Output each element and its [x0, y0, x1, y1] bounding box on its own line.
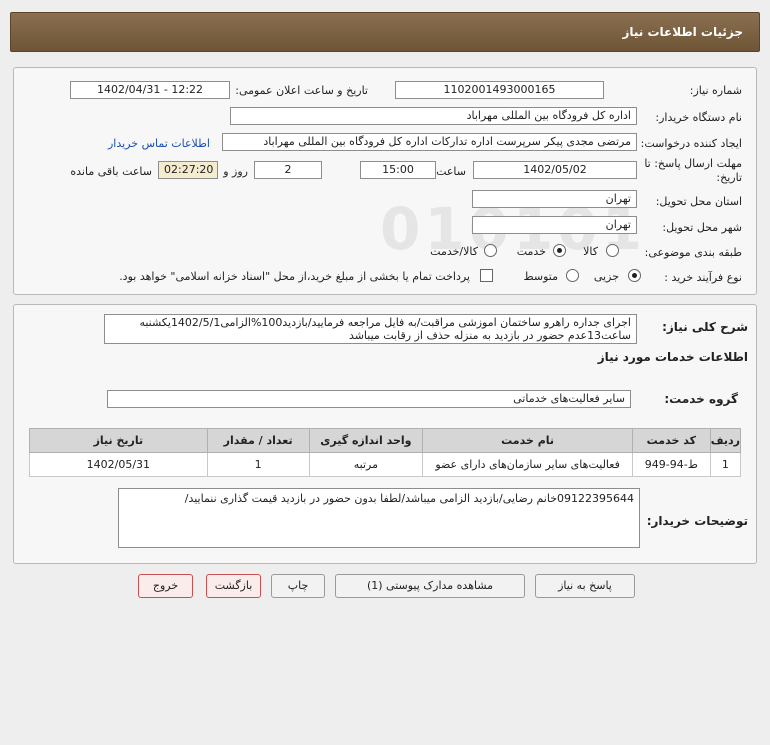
- category-radio-goods[interactable]: [606, 244, 619, 257]
- column-header-row: ردیف: [709, 428, 742, 453]
- column-header-code: کد خدمت: [631, 428, 711, 453]
- buyer-notes-text: 09122395644خانم رضایی/بازدید الزامی میبا…: [118, 488, 640, 548]
- process-option-medium: متوسط: [523, 270, 558, 283]
- column-header-date: تاریخ نیاز: [29, 428, 208, 453]
- attachments-button[interactable]: مشاهده مدارک پیوستی (1): [335, 574, 525, 598]
- reply-button[interactable]: پاسخ به نیاز: [535, 574, 635, 598]
- buyer-org-field: اداره کل فرودگاه بین المللی مهراباد: [230, 107, 637, 125]
- process-radio-medium[interactable]: [566, 269, 579, 282]
- services-table: ردیف کد خدمت نام خدمت واحد اندازه گیری ت…: [29, 428, 742, 477]
- process-option-minor: جزیی: [593, 270, 619, 283]
- description-text: اجرای جداره راهرو ساختمان اموزشی مراقبت/…: [104, 314, 637, 344]
- services-table-header: ردیف کد خدمت نام خدمت واحد اندازه گیری ت…: [29, 428, 742, 453]
- service-group-label: گروه خدمت:: [664, 392, 738, 406]
- buyer-notes-label: توضیحات خریدار:: [646, 514, 748, 528]
- announce-date-label: تاریخ و ساعت اعلان عمومی:: [235, 84, 368, 97]
- city-label: شهر محل تحویل:: [662, 221, 742, 234]
- category-label: طبقه بندی موضوعی:: [644, 246, 742, 259]
- province-field: تهران: [472, 190, 637, 208]
- cell-need-date: 1402/05/31: [29, 452, 208, 477]
- deadline-date-field: 1402/05/02: [473, 161, 637, 179]
- process-type-label: نوع فرآیند خرید :: [664, 271, 742, 284]
- page-title: جزئیات اطلاعات نیاز: [622, 25, 743, 39]
- creator-label: ایجاد کننده درخواست:: [640, 137, 742, 150]
- city-field: تهران: [472, 216, 637, 234]
- treasury-payment-note: پرداخت تمام یا بخشی از مبلغ خرید،از محل …: [119, 270, 470, 283]
- cell-quantity: 1: [206, 452, 310, 477]
- services-table-wrap: ردیف کد خدمت نام خدمت واحد اندازه گیری ت…: [29, 428, 742, 477]
- cell-row-number: 1: [709, 452, 742, 477]
- deadline-hour-label: ساعت: [436, 165, 466, 178]
- category-option-service: خدمت: [516, 245, 546, 258]
- remaining-time-field: 02:27:20: [158, 161, 218, 179]
- need-number-label: شماره نیاز:: [689, 84, 742, 97]
- back-button[interactable]: بازگشت: [206, 574, 261, 598]
- announce-date-field: 1402/04/31 - 12:22: [70, 81, 230, 99]
- remaining-days-field: 2: [254, 161, 322, 179]
- province-label: استان محل تحویل:: [655, 195, 742, 208]
- creator-field: مرتضی مجدی پیکر سرپرست اداره تدارکات ادا…: [222, 133, 637, 151]
- deadline-label: مهلت ارسال پاسخ: تا تاریخ:: [644, 157, 742, 184]
- page-header: جزئیات اطلاعات نیاز: [10, 12, 760, 52]
- buyer-org-label: نام دستگاه خریدار:: [655, 111, 742, 124]
- cell-service-name: فعالیت‌های سایر سازمان‌های دارای عضو: [422, 452, 633, 477]
- buyer-contact-link[interactable]: اطلاعات تماس خریدار: [108, 137, 210, 150]
- exit-button[interactable]: خروج: [138, 574, 193, 598]
- service-group-field: سایر فعالیت‌های خدماتی: [107, 390, 631, 408]
- column-header-name: نام خدمت: [422, 428, 633, 453]
- process-radio-minor[interactable]: [628, 269, 641, 282]
- column-header-unit: واحد اندازه گیری: [308, 428, 424, 453]
- table-row: 1 ط-94-949 فعالیت‌های سایر سازمان‌های دا…: [29, 452, 742, 477]
- category-option-goods-service: کالا/خدمت: [430, 245, 478, 258]
- print-button[interactable]: چاپ: [271, 574, 325, 598]
- days-label: روز و: [223, 165, 248, 178]
- cell-service-code: ط-94-949: [631, 452, 711, 477]
- category-option-goods: کالا: [583, 245, 598, 258]
- deadline-time-field: 15:00: [360, 161, 436, 179]
- column-header-quantity: تعداد / مقدار: [206, 428, 310, 453]
- treasury-payment-checkbox[interactable]: [480, 269, 493, 282]
- category-radio-goods-service[interactable]: [484, 244, 497, 257]
- category-radio-service[interactable]: [553, 244, 566, 257]
- services-section-title: اطلاعات خدمات مورد نیاز: [597, 350, 748, 364]
- description-label: شرح کلی نیاز:: [662, 320, 748, 334]
- need-number-field: 1102001493000165: [395, 81, 604, 99]
- cell-unit: مرتبه: [308, 452, 424, 477]
- remaining-time-label: ساعت باقی مانده: [70, 165, 152, 178]
